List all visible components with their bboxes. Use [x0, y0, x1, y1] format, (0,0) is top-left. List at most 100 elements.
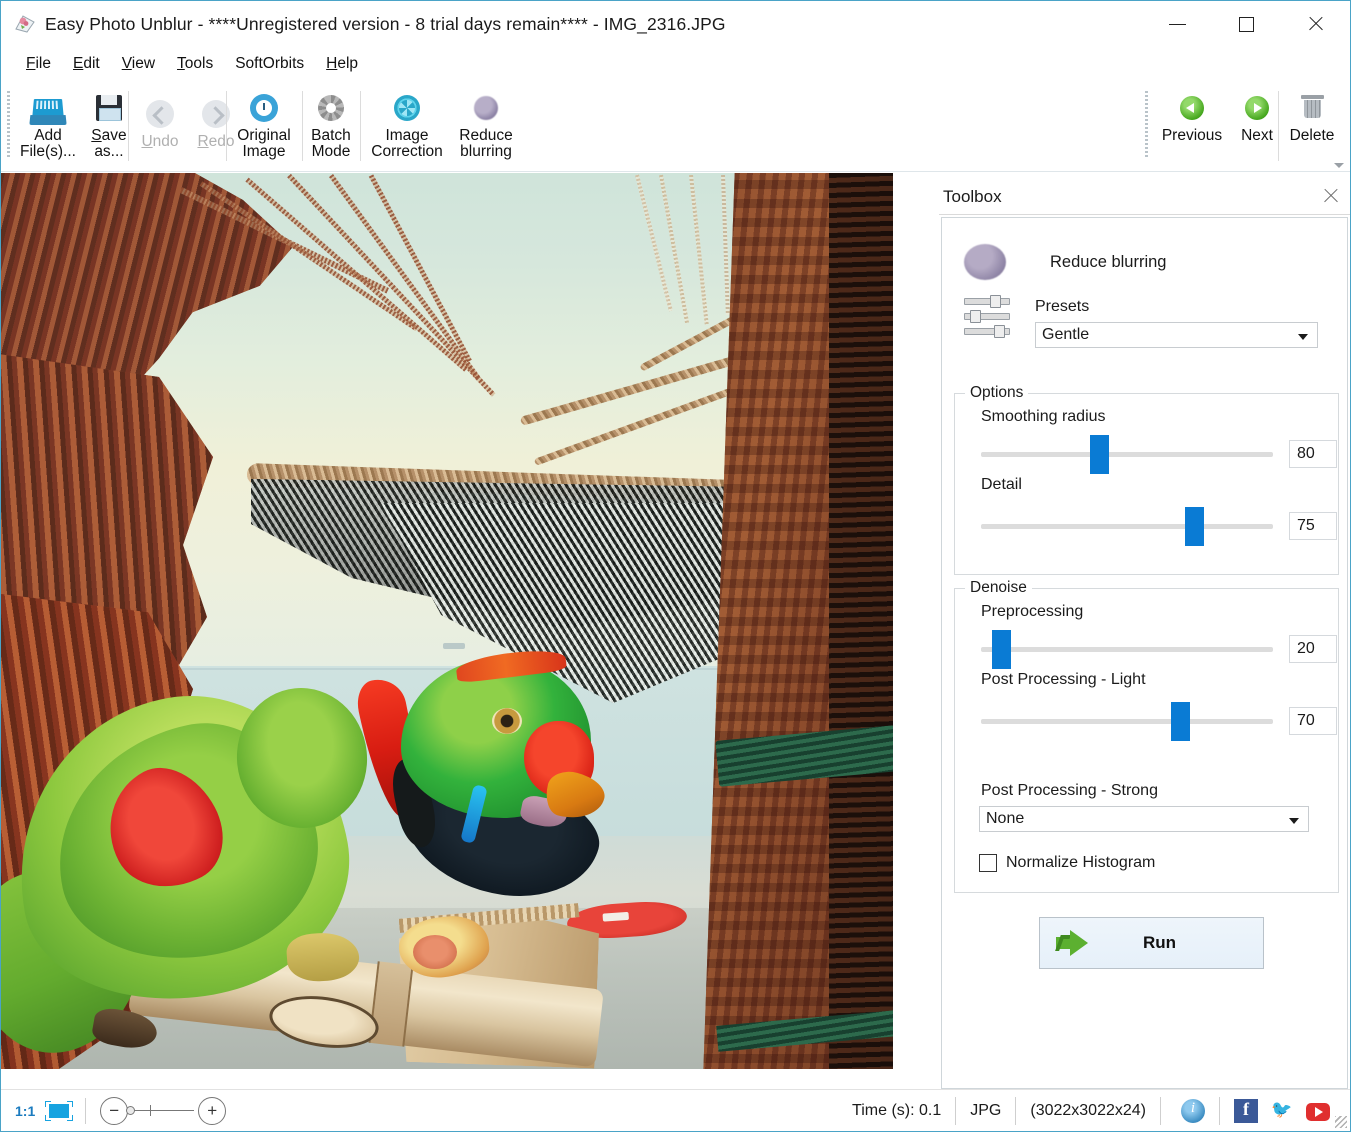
info-icon[interactable]: [1181, 1099, 1205, 1123]
maximize-button[interactable]: [1212, 1, 1281, 47]
menu-item-help[interactable]: Help: [315, 52, 369, 76]
normalize-histogram-checkbox[interactable]: Normalize Histogram: [979, 854, 1155, 872]
zoom-knob[interactable]: [126, 1106, 135, 1115]
post-processing-strong-dropdown[interactable]: None: [979, 806, 1309, 832]
smoothing-radius-thumb[interactable]: [1090, 435, 1109, 474]
time-status: Time (s): 0.1: [852, 1102, 941, 1120]
post-processing-light-value[interactable]: 70: [1289, 707, 1337, 735]
status-bar: 1:1 − + Time (s): 0.1 JPG (3022x3022x24): [1, 1089, 1350, 1131]
redo-arrow-icon: [199, 97, 233, 131]
post-processing-light-slider[interactable]: [981, 719, 1273, 724]
zoom-out-button[interactable]: −: [100, 1097, 128, 1125]
detail-row: Detail: [981, 476, 1311, 506]
green-run-arrow-icon: [1056, 930, 1090, 956]
image-canvas[interactable]: [1, 173, 893, 1069]
zoom-ratio-label[interactable]: 1:1: [15, 1103, 35, 1119]
toolbar-overflow-icon[interactable]: [1334, 163, 1344, 168]
denoise-group: Denoise Preprocessing 20 Post Processing…: [954, 588, 1339, 893]
preprocessing-label: Preprocessing: [981, 603, 1311, 621]
run-button[interactable]: Run: [1039, 917, 1264, 969]
chevron-down-icon: [1289, 818, 1299, 824]
zoom-in-button[interactable]: +: [198, 1097, 226, 1125]
next-button[interactable]: Next: [1231, 87, 1283, 144]
add-files-button[interactable]: Add File(s)...: [15, 87, 81, 159]
options-group: Options Smoothing radius 80 Detail 75: [954, 393, 1339, 575]
active-tool-name: Reduce blurring: [1050, 253, 1166, 272]
detail-value[interactable]: 75: [1289, 512, 1337, 540]
run-label: Run: [1090, 933, 1229, 953]
youtube-icon[interactable]: [1306, 1103, 1330, 1121]
menu-item-edit[interactable]: Edit: [62, 52, 111, 76]
post-processing-light-label: Post Processing - Light: [981, 671, 1311, 689]
batch-mode-button[interactable]: Batch Mode: [305, 87, 357, 159]
batch-mode-label: Batch Mode: [311, 128, 351, 159]
previous-label: Previous: [1162, 128, 1222, 144]
delete-label: Delete: [1290, 128, 1335, 144]
previous-green-icon: [1175, 91, 1209, 125]
previous-button[interactable]: Previous: [1153, 87, 1231, 144]
sliders-icon: [964, 298, 1010, 340]
clock-revert-icon: [247, 91, 281, 125]
close-button[interactable]: [1281, 1, 1350, 47]
smoothing-radius-label: Smoothing radius: [981, 408, 1311, 426]
smoothing-radius-value[interactable]: 80: [1289, 440, 1337, 468]
detail-label: Detail: [981, 476, 1311, 494]
preprocessing-value[interactable]: 20: [1289, 635, 1337, 663]
photo-preview: [1, 173, 893, 1069]
undo-label: Undo: [141, 134, 178, 150]
presets-dropdown[interactable]: Gentle: [1035, 322, 1318, 348]
open-folder-icon: [31, 91, 65, 125]
minimize-button[interactable]: [1143, 1, 1212, 47]
menu-item-file[interactable]: FFileile: [15, 52, 62, 76]
menu-item-tools[interactable]: Tools: [166, 52, 224, 76]
toolbox-header: Toolbox: [939, 179, 1350, 215]
application-window: Easy Photo Unblur - ****Unregistered ver…: [0, 0, 1351, 1132]
smoothing-radius-row: Smoothing radius: [981, 408, 1311, 438]
zoom-track[interactable]: [132, 1110, 194, 1111]
post-light-row: Post Processing - Light: [981, 671, 1311, 701]
title-bar: Easy Photo Unblur - ****Unregistered ver…: [1, 1, 1350, 47]
trash-icon: [1295, 91, 1329, 125]
delete-button[interactable]: Delete: [1281, 87, 1343, 144]
preprocessing-slider[interactable]: [981, 647, 1273, 652]
toolbar-grip-right[interactable]: [1145, 91, 1148, 159]
undo-button[interactable]: Undo: [132, 87, 188, 150]
preprocessing-thumb[interactable]: [992, 630, 1011, 669]
detail-thumb[interactable]: [1185, 507, 1204, 546]
facebook-icon[interactable]: [1234, 1099, 1258, 1123]
format-status: JPG: [970, 1102, 1001, 1120]
twitter-icon[interactable]: [1270, 1099, 1294, 1123]
post-processing-strong-label: Post Processing - Strong: [981, 782, 1158, 800]
close-icon[interactable]: [1321, 186, 1341, 206]
dimensions-status: (3022x3022x24): [1030, 1102, 1146, 1120]
reduce-blurring-button[interactable]: Reduce blurring: [451, 87, 521, 159]
maximize-icon: [1239, 17, 1254, 32]
save-disk-icon: [92, 91, 126, 125]
presets-value: Gentle: [1042, 326, 1089, 344]
post-processing-light-thumb[interactable]: [1171, 702, 1190, 741]
blur-ball-icon: [964, 244, 1006, 280]
checkbox-box[interactable]: [979, 854, 997, 872]
starburst-icon: [390, 91, 424, 125]
zoom-slider[interactable]: − +: [100, 1097, 226, 1125]
toolbar-grip[interactable]: [7, 91, 10, 159]
original-image-label: Original Image: [237, 128, 290, 159]
minimize-icon: [1169, 24, 1186, 25]
undo-arrow-icon: [143, 97, 177, 131]
original-image-button[interactable]: Original Image: [229, 87, 299, 159]
denoise-legend: Denoise: [965, 579, 1032, 597]
close-icon: [1307, 15, 1325, 33]
menu-item-view[interactable]: View: [111, 52, 166, 76]
app-icon: [15, 14, 35, 34]
menu-item-softorbits[interactable]: SoftOrbits: [224, 52, 315, 76]
resize-grip[interactable]: [1335, 1116, 1347, 1128]
fit-to-window-icon[interactable]: [45, 1101, 73, 1121]
next-green-icon: [1240, 91, 1274, 125]
image-correction-button[interactable]: Image Correction: [363, 87, 451, 159]
save-as-label: Saveas...: [91, 128, 126, 159]
smoothing-radius-slider[interactable]: [981, 452, 1273, 457]
status-right-group: Time (s): 0.1 JPG (3022x3022x24): [852, 1090, 1336, 1132]
detail-slider[interactable]: [981, 524, 1273, 529]
presets-label: Presets: [1035, 298, 1089, 316]
blur-ball-icon: [469, 91, 503, 125]
